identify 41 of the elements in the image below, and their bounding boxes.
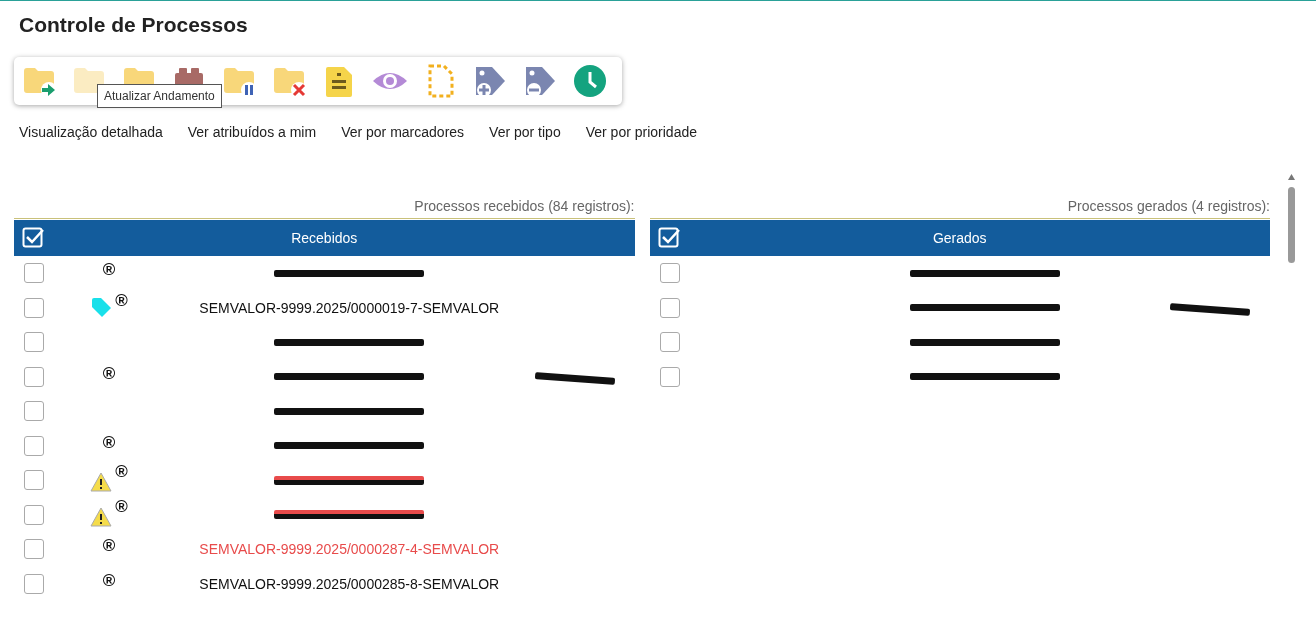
checkbox[interactable]: [24, 297, 44, 318]
restricted-mark: ®: [102, 260, 116, 281]
checkbox[interactable]: [24, 470, 44, 491]
checkbox[interactable]: [24, 401, 44, 422]
checkbox[interactable]: [24, 539, 44, 560]
table-caption: Processos gerados (4 registros):: [1067, 198, 1270, 214]
clock-button[interactable]: [572, 63, 608, 99]
checkbox[interactable]: [24, 573, 44, 594]
view-link[interactable]: Ver por marcadores: [341, 124, 465, 140]
column-header: Gerados: [931, 230, 988, 246]
checkbox[interactable]: [659, 297, 680, 318]
restricted-mark: ®: [115, 496, 128, 517]
view-link[interactable]: Ver atribuídos a mim: [187, 124, 317, 140]
restricted-mark: ®: [102, 570, 116, 591]
select-all-checkbox[interactable]: [22, 227, 44, 249]
view-link[interactable]: Ver por tipo: [489, 124, 561, 140]
restricted-mark: ®: [102, 432, 116, 453]
restricted-mark: ®: [115, 290, 128, 311]
process-number[interactable]: SEMVALOR-9999.2025/0000285-8-SEMVALOR: [199, 575, 500, 592]
view-link[interactable]: Ver por prioridade: [585, 124, 697, 140]
checkbox[interactable]: [24, 435, 44, 456]
view-link[interactable]: Visualização detalhada: [19, 124, 163, 140]
checkbox[interactable]: [659, 366, 680, 387]
column-header: Recebidos: [290, 230, 359, 246]
checkbox[interactable]: [659, 263, 680, 284]
process-number[interactable]: SEMVALOR-9999.2025/0000019-7-SEMVALOR: [199, 299, 500, 316]
tooltip: Atualizar Andamento: [97, 84, 222, 108]
select-all-checkbox[interactable]: [657, 227, 680, 249]
checkbox[interactable]: [24, 332, 44, 353]
restricted-mark: ®: [102, 536, 116, 557]
restricted-mark: ®: [115, 462, 128, 483]
checkbox[interactable]: [24, 366, 44, 387]
scroll-thumb[interactable]: [1288, 187, 1295, 263]
checkbox[interactable]: [659, 332, 680, 353]
table-caption: Processos recebidos (84 registros):: [414, 198, 635, 214]
page-title: Controle de Processos: [19, 13, 249, 37]
scroll-up-icon[interactable]: [1287, 173, 1296, 181]
restricted-mark: ®: [102, 363, 116, 384]
checkbox[interactable]: [24, 263, 44, 284]
checkbox[interactable]: [24, 504, 44, 525]
process-number[interactable]: SEMVALOR-9999.2025/0000287-4-SEMVALOR: [199, 541, 500, 558]
